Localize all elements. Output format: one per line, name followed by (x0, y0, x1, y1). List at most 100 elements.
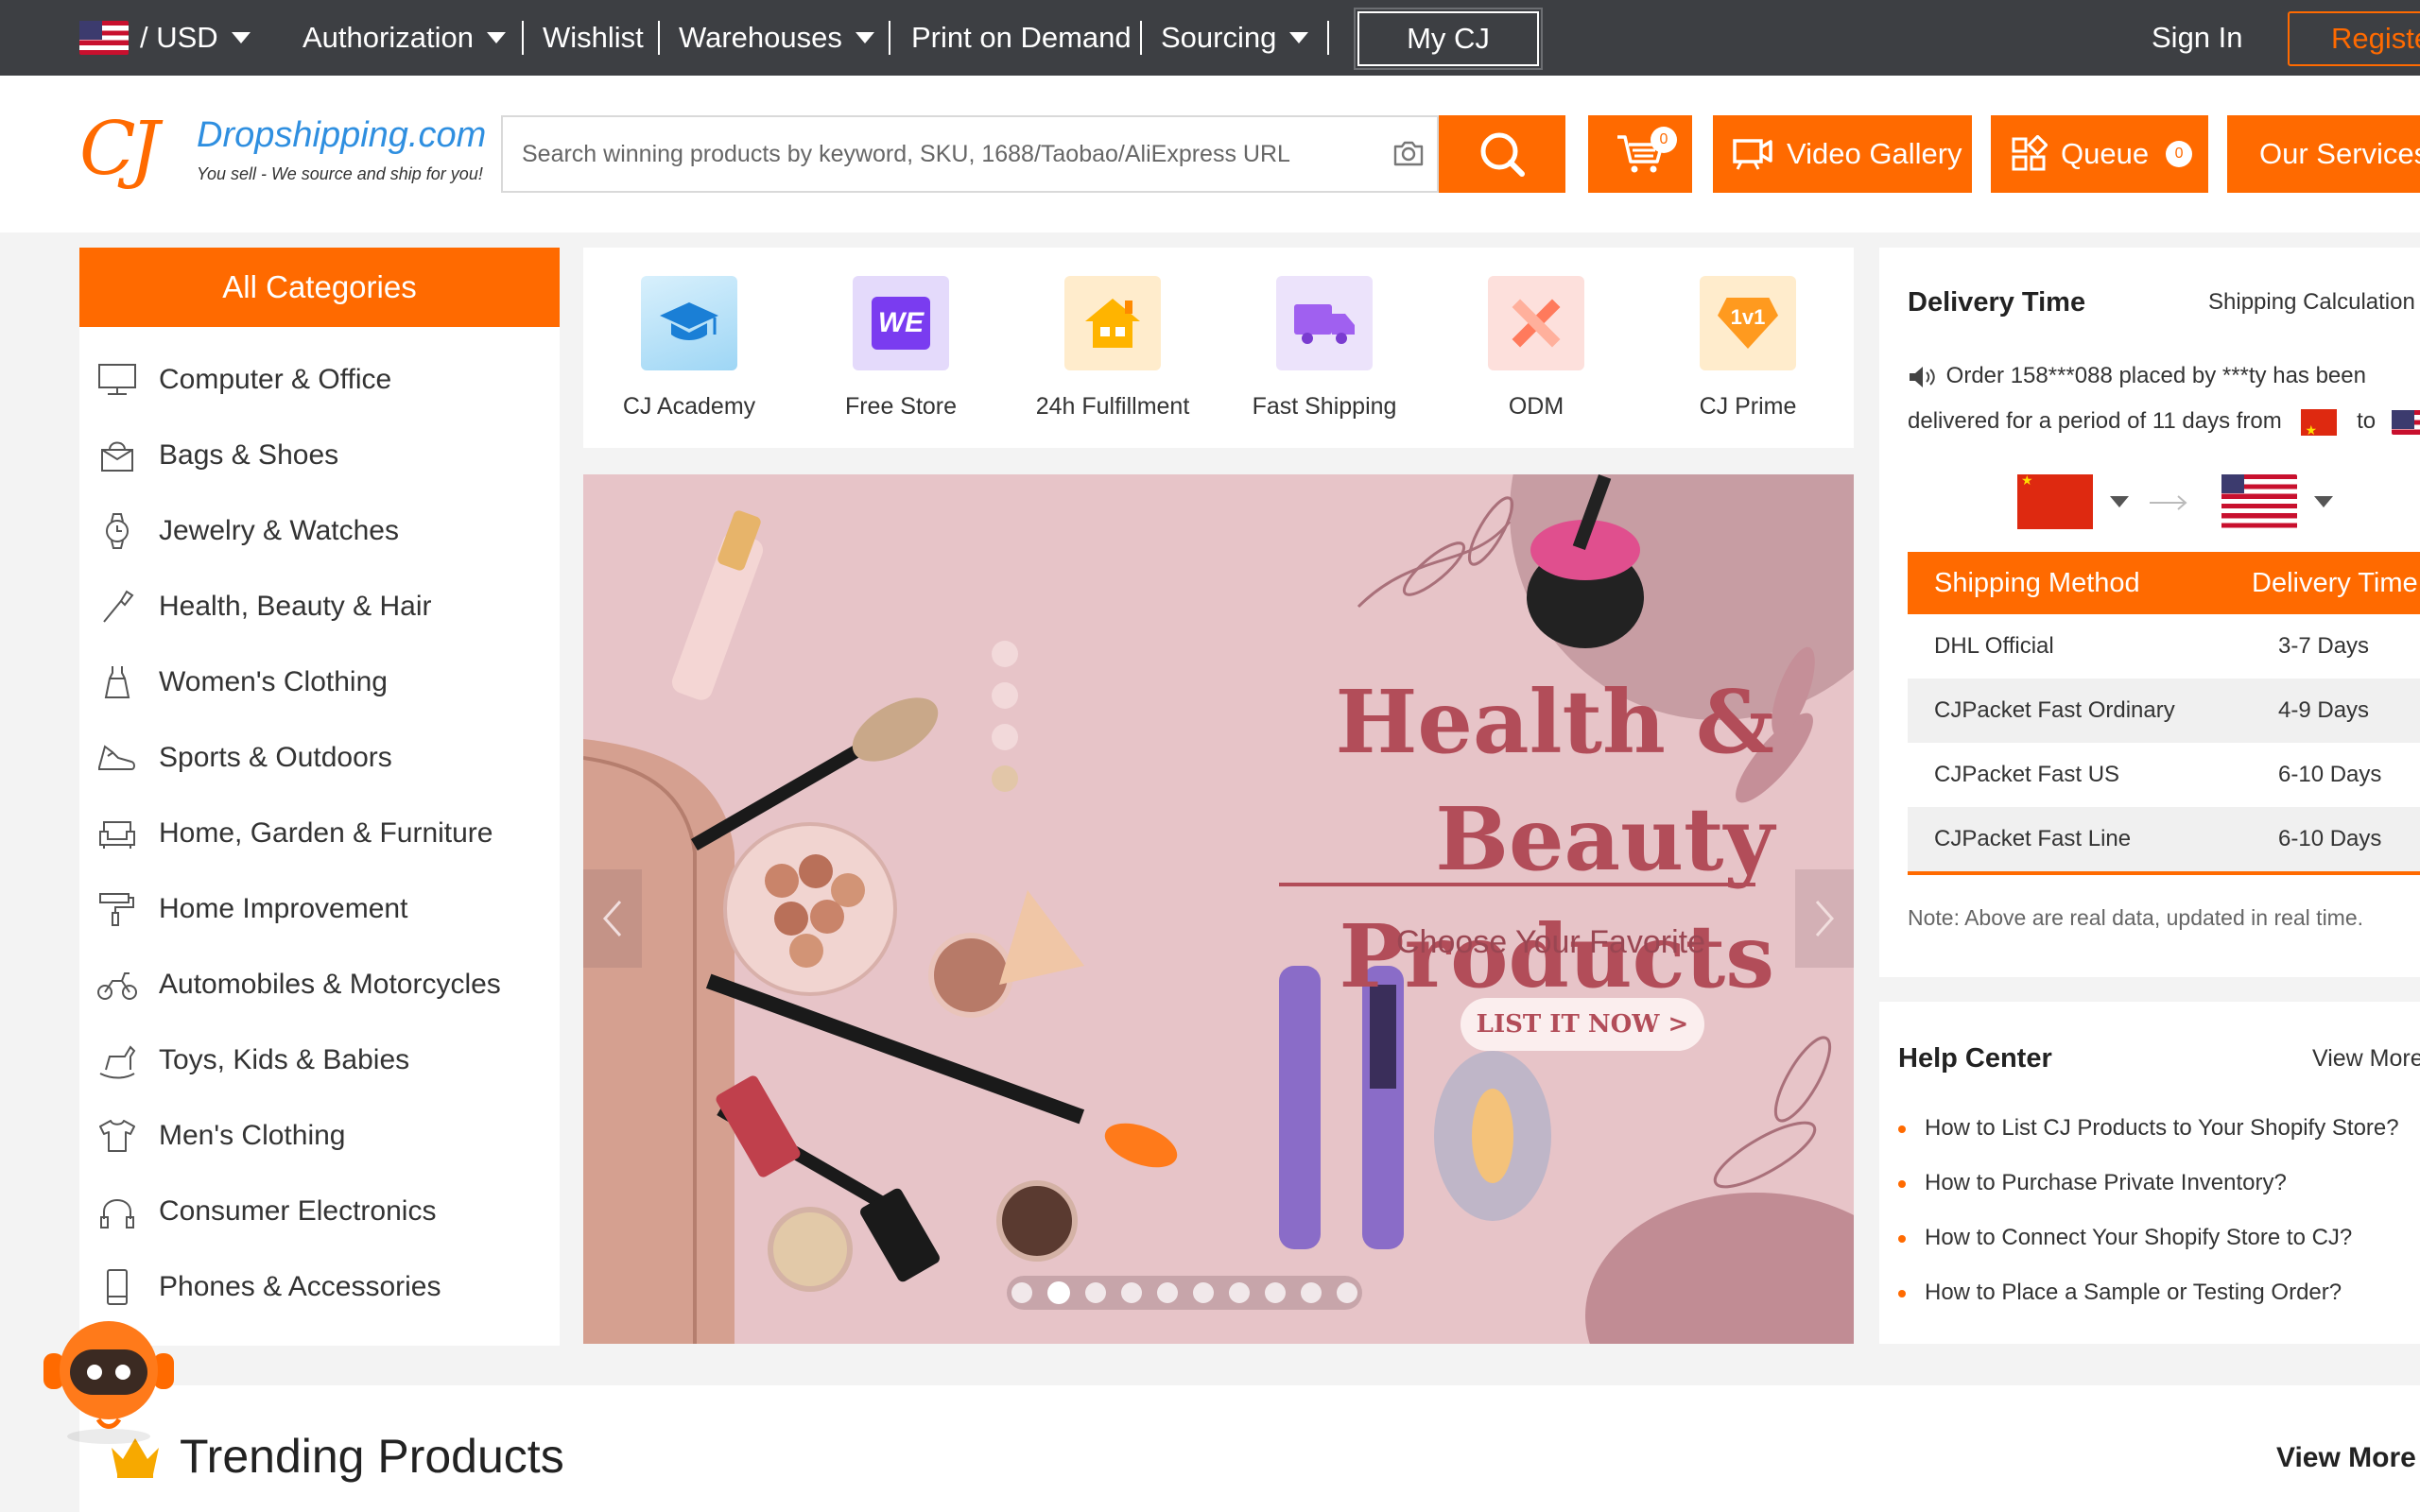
category-sports-outdoors[interactable]: Sports & Outdoors (79, 720, 560, 796)
queue-label: Queue (2061, 137, 2150, 170)
category-bags-shoes[interactable]: Bags & Shoes (79, 418, 560, 493)
category-label: Bags & Shoes (159, 439, 339, 471)
slide-dot[interactable] (1085, 1282, 1106, 1303)
chevron-down-icon (1289, 32, 1309, 43)
search-button[interactable] (1439, 115, 1565, 193)
nav-print-on-demand[interactable]: Print on Demand (911, 0, 1132, 76)
column-delivery-time: Delivery Time (2252, 567, 2418, 598)
shipping-calculation-link[interactable]: Shipping Calculation (2208, 289, 2415, 316)
all-categories-header[interactable]: All Categories (79, 248, 560, 327)
diamond-icon-text: 1v1 (1718, 298, 1778, 349)
banner-prev-button[interactable] (583, 869, 642, 968)
quick-link-label: Free Store (844, 393, 958, 420)
promo-banner[interactable]: Health & Beauty Products Choose Your Fav… (583, 474, 1854, 1344)
delivery-message: Order 158***088 placed by ***ty has been… (1908, 353, 2420, 453)
quick-link-label: 24h Fulfillment (1035, 393, 1190, 420)
category-toys-kids-babies[interactable]: Toys, Kids & Babies (79, 1022, 560, 1098)
slide-dot[interactable] (1265, 1282, 1286, 1303)
motorcycle-icon (97, 972, 137, 1000)
my-cj-button[interactable]: My CJ (1354, 8, 1543, 70)
slide-dot[interactable] (1011, 1282, 1032, 1303)
register-button[interactable]: Register (2288, 11, 2420, 66)
slide-dot-active[interactable] (1047, 1281, 1070, 1304)
quick-link-cj-academy[interactable]: CJ Academy (595, 276, 784, 421)
nav-warehouses[interactable]: Warehouses (679, 0, 874, 76)
category-sidebar: All Categories Computer & Office Bags & … (79, 248, 560, 1346)
delivery-time-cell: 3-7 Days (2278, 633, 2370, 659)
destination-country-select[interactable] (2221, 474, 2333, 529)
table-bottom-border (1908, 871, 2420, 875)
help-article-link[interactable]: How to Purchase Private Inventory? (1898, 1170, 2287, 1196)
chevron-left-icon (602, 901, 622, 936)
category-label: Women's Clothing (159, 666, 388, 697)
search-input[interactable] (522, 117, 1354, 191)
trending-view-more-link[interactable]: View More (2276, 1442, 2416, 1474)
our-services-label: Our Services (2259, 137, 2420, 170)
queue-count-badge: 0 (2166, 141, 2193, 167)
vertical-slide-dots (992, 641, 1018, 807)
dress-icon (104, 666, 130, 698)
shipping-method-cell: CJPacket Fast US (1934, 762, 2120, 787)
currency-selector[interactable]: / USD (79, 0, 251, 76)
help-article-link[interactable]: How to List CJ Products to Your Shopify … (1898, 1115, 2399, 1142)
shipping-method-cell: CJPacket Fast Line (1934, 826, 2132, 851)
cart-button[interactable]: 0 (1588, 115, 1692, 193)
nav-label: Sourcing (1161, 21, 1277, 54)
help-article-link[interactable]: How to Place a Sample or Testing Order? (1898, 1280, 2342, 1306)
cj-logo[interactable]: CJ Dropshipping.com You sell - We source… (79, 112, 495, 197)
sign-in-link[interactable]: Sign In (2152, 0, 2243, 76)
table-row: CJPacket Fast US 6-10 Days (1908, 743, 2420, 807)
category-consumer-electronics[interactable]: Consumer Electronics (79, 1174, 560, 1249)
category-mens-clothing[interactable]: Men's Clothing (79, 1098, 560, 1174)
help-article-link[interactable]: How to Connect Your Shopify Store to CJ? (1898, 1225, 2352, 1251)
category-automobiles-motorcycles[interactable]: Automobiles & Motorcycles (79, 947, 560, 1022)
video-gallery-button[interactable]: Video Gallery (1713, 115, 1972, 193)
slide-dot[interactable] (1193, 1282, 1214, 1303)
slide-dot[interactable] (1121, 1282, 1142, 1303)
bag-icon (101, 441, 133, 472)
banner-title: Health & Beauty Products (1056, 663, 1775, 1015)
nav-sourcing[interactable]: Sourcing (1161, 0, 1309, 76)
we-store-icon-text: WE (872, 297, 930, 350)
chevron-down-icon (231, 32, 251, 43)
quick-link-free-store[interactable]: WE Free Store (806, 276, 995, 421)
category-label: Health, Beauty & Hair (159, 591, 432, 622)
category-jewelry-watches[interactable]: Jewelry & Watches (79, 493, 560, 569)
slide-dot[interactable] (1229, 1282, 1250, 1303)
category-home-improvement[interactable]: Home Improvement (79, 871, 560, 947)
category-home-garden-furniture[interactable]: Home, Garden & Furniture (79, 796, 560, 871)
list-it-now-button[interactable]: LIST IT NOW > (1461, 998, 1704, 1051)
category-health-beauty-hair[interactable]: Health, Beauty & Hair (79, 569, 560, 644)
camera-search-icon[interactable] (1392, 136, 1426, 170)
quick-link-label: ODM (1508, 393, 1564, 420)
quick-link-fast-shipping[interactable]: Fast Shipping (1230, 276, 1419, 421)
nav-authorization[interactable]: Authorization (302, 0, 506, 76)
chat-assistant-button[interactable] (38, 1315, 180, 1448)
queue-button[interactable]: Queue 0 (1991, 115, 2208, 193)
our-services-button[interactable]: Our Services (2227, 115, 2420, 193)
origin-country-select[interactable] (2017, 472, 2129, 529)
quick-link-cj-prime[interactable]: 1v1 CJ Prime (1653, 276, 1842, 421)
help-view-more-link[interactable]: View More (2312, 1045, 2420, 1073)
shipping-table: Shipping Method Delivery Time DHL Offici… (1908, 552, 2420, 875)
nav-wishlist[interactable]: Wishlist (543, 0, 644, 76)
quick-link-odm[interactable]: ODM (1442, 276, 1631, 421)
category-phones-accessories[interactable]: Phones & Accessories (79, 1249, 560, 1325)
delivery-message-to: to (2357, 408, 2377, 434)
rocking-horse-icon (99, 1045, 136, 1079)
category-computer-office[interactable]: Computer & Office (79, 342, 560, 418)
category-womens-clothing[interactable]: Women's Clothing (79, 644, 560, 720)
slide-dot[interactable] (1301, 1282, 1322, 1303)
trending-products-title: Trending Products (180, 1430, 564, 1483)
category-label: Men's Clothing (159, 1120, 346, 1151)
video-icon (1733, 139, 1772, 170)
top-bar: / USD Authorization Wishlist Warehouses … (0, 0, 2420, 76)
slide-dot[interactable] (1337, 1282, 1357, 1303)
banner-next-button[interactable] (1795, 869, 1854, 968)
delivery-time-cell: 6-10 Days (2278, 762, 2382, 787)
slide-dot[interactable] (1157, 1282, 1178, 1303)
nav-divider (1327, 21, 1329, 55)
quick-link-24h-fulfillment[interactable]: 24h Fulfillment (1018, 276, 1207, 421)
grid-icon (2012, 135, 2048, 171)
quick-link-label: CJ Prime (1699, 393, 1797, 420)
